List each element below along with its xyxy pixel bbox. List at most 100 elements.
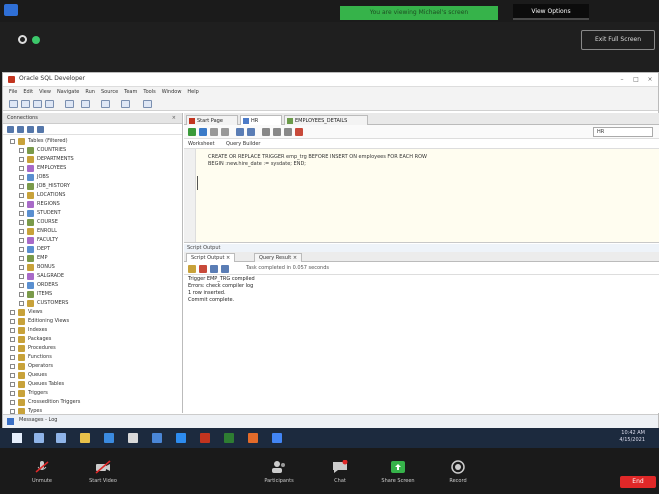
save-output-icon[interactable] <box>210 265 218 273</box>
menu-view[interactable]: View <box>39 87 51 97</box>
mail-icon[interactable] <box>152 433 162 443</box>
tree-item[interactable]: ORDERS <box>6 281 182 290</box>
zoom-app-icon[interactable] <box>176 433 186 443</box>
exit-full-screen-button[interactable]: Exit Full Screen <box>581 30 655 50</box>
expand-toggle-icon[interactable] <box>10 346 15 351</box>
expand-toggle-icon[interactable] <box>19 229 24 234</box>
tab-script-output[interactable]: Script Output × <box>186 253 236 262</box>
search-icon[interactable] <box>34 433 44 443</box>
run-statement-icon[interactable] <box>188 128 196 136</box>
autotrace-icon[interactable] <box>236 128 244 136</box>
store-icon[interactable] <box>128 433 138 443</box>
add-connection-icon[interactable] <box>7 126 14 133</box>
explain-plan-icon[interactable] <box>247 128 255 136</box>
share-screen-button[interactable]: Share Screen <box>368 448 428 494</box>
windows-start-icon[interactable] <box>12 433 22 443</box>
forward-icon[interactable] <box>121 100 130 108</box>
tree-item[interactable]: BONUS <box>6 263 182 272</box>
info-icon[interactable] <box>18 35 27 44</box>
tree-item[interactable]: Tables (Filtered) <box>6 137 182 146</box>
sql-developer-taskbar-icon[interactable] <box>200 433 210 443</box>
rollback-icon[interactable] <box>221 128 229 136</box>
minimize-button[interactable]: – <box>617 75 627 84</box>
expand-toggle-icon[interactable] <box>19 175 24 180</box>
clear-icon[interactable] <box>273 128 281 136</box>
expand-toggle-icon[interactable] <box>19 202 24 207</box>
menu-file[interactable]: File <box>9 87 17 97</box>
clear-output-icon[interactable] <box>199 265 207 273</box>
tree-item[interactable]: Triggers <box>6 389 182 398</box>
system-clock[interactable]: 10:42 AM 4/15/2021 <box>619 430 645 444</box>
chat-button[interactable]: Chat <box>322 448 358 494</box>
expand-toggle-icon[interactable] <box>10 328 15 333</box>
excel-icon[interactable] <box>224 433 234 443</box>
tab-employees-details[interactable]: EMPLOYEES_DETAILS <box>284 115 368 125</box>
connection-select[interactable]: HR <box>593 127 653 137</box>
expand-toggle-icon[interactable] <box>10 319 15 324</box>
tree-item[interactable]: Operators <box>6 362 182 371</box>
chrome-icon[interactable] <box>272 433 282 443</box>
tab-start-page[interactable]: Start Page <box>186 115 238 125</box>
tree-item[interactable]: COUNTRIES <box>6 146 182 155</box>
expand-toggle-icon[interactable] <box>19 274 24 279</box>
history-icon[interactable] <box>284 128 292 136</box>
tree-item[interactable]: EMP <box>6 254 182 263</box>
tree-item[interactable]: Functions <box>6 353 182 362</box>
schema-browser-icon[interactable] <box>37 126 44 133</box>
save-icon[interactable] <box>33 100 42 108</box>
menu-help[interactable]: Help <box>187 87 198 97</box>
commit-icon[interactable] <box>210 128 218 136</box>
expand-toggle-icon[interactable] <box>19 283 24 288</box>
maximize-button[interactable]: □ <box>631 75 641 84</box>
tree-item[interactable]: Queues Tables <box>6 380 182 389</box>
menu-window[interactable]: Window <box>162 87 182 97</box>
firefox-icon[interactable] <box>248 433 258 443</box>
menu-run[interactable]: Run <box>85 87 95 97</box>
expand-toggle-icon[interactable] <box>19 157 24 162</box>
sql-editor[interactable]: CREATE OR REPLACE TRIGGER emp_trg BEFORE… <box>184 149 659 243</box>
expand-toggle-icon[interactable] <box>19 193 24 198</box>
refresh-icon[interactable] <box>17 126 24 133</box>
tree-item[interactable]: REGIONS <box>6 200 182 209</box>
tree-item[interactable]: DEPARTMENTS <box>6 155 182 164</box>
tree-item[interactable]: Views <box>6 308 182 317</box>
unmute-button[interactable]: Unmute <box>22 448 62 494</box>
expand-toggle-icon[interactable] <box>10 355 15 360</box>
save-all-icon[interactable] <box>45 100 54 108</box>
record-button[interactable]: Record <box>440 448 476 494</box>
sql-worksheet-icon[interactable] <box>143 100 152 108</box>
filter-icon[interactable] <box>27 126 34 133</box>
tree-item[interactable]: Editioning Views <box>6 317 182 326</box>
expand-toggle-icon[interactable] <box>19 238 24 243</box>
expand-toggle-icon[interactable] <box>19 166 24 171</box>
format-icon[interactable] <box>262 128 270 136</box>
menu-team[interactable]: Team <box>124 87 137 97</box>
view-options-button[interactable]: View Options <box>513 4 589 20</box>
tree-item[interactable]: ITEMS <box>6 290 182 299</box>
tree-item[interactable]: JOBS <box>6 173 182 182</box>
tab-worksheet[interactable]: Worksheet <box>188 140 215 149</box>
expand-toggle-icon[interactable] <box>19 211 24 216</box>
undo-icon[interactable] <box>65 100 74 108</box>
tuning-icon[interactable] <box>295 128 303 136</box>
expand-toggle-icon[interactable] <box>19 256 24 261</box>
close-panel-icon[interactable]: × <box>172 113 176 124</box>
expand-toggle-icon[interactable] <box>10 337 15 342</box>
expand-toggle-icon[interactable] <box>10 391 15 396</box>
encryption-icon[interactable] <box>32 36 40 44</box>
back-icon[interactable] <box>101 100 110 108</box>
expand-toggle-icon[interactable] <box>10 310 15 315</box>
expand-toggle-icon[interactable] <box>19 265 24 270</box>
expand-toggle-icon[interactable] <box>19 184 24 189</box>
menu-source[interactable]: Source <box>101 87 118 97</box>
tree-item[interactable]: FACULTY <box>6 236 182 245</box>
expand-toggle-icon[interactable] <box>10 400 15 405</box>
menu-edit[interactable]: Edit <box>23 87 33 97</box>
messages-log-tab[interactable]: Messages - Log <box>19 417 57 423</box>
tree-item[interactable]: CUSTOMERS <box>6 299 182 308</box>
shield-icon[interactable] <box>4 4 18 16</box>
expand-toggle-icon[interactable] <box>19 301 24 306</box>
tree-item[interactable]: DEPT <box>6 245 182 254</box>
expand-toggle-icon[interactable] <box>10 139 15 144</box>
pencil-icon[interactable] <box>188 265 196 273</box>
